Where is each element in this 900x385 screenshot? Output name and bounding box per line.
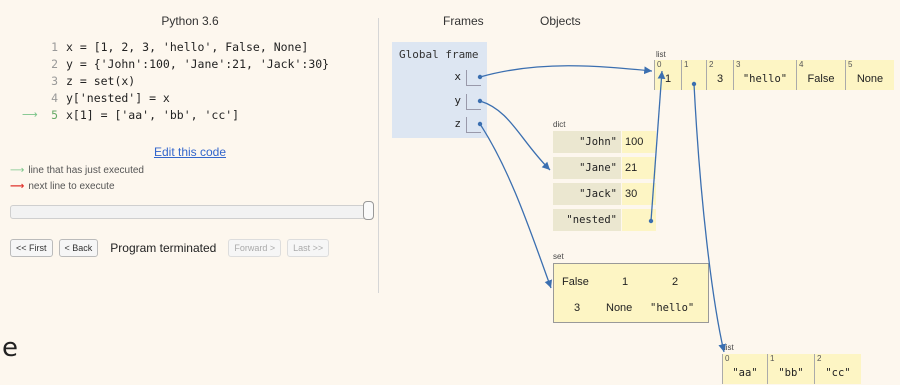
pointer-arrows <box>477 65 727 353</box>
pointer-arrow-y <box>479 100 551 171</box>
pointer-arrow-x <box>479 65 653 78</box>
python-tutor-visualizer: Python 3.6 1x = [1, 2, 3, 'hello', False… <box>0 0 900 385</box>
pointer-arrow-list-1 <box>693 83 727 353</box>
pointer-arrow-nested <box>650 70 666 222</box>
pointer-arrow-z <box>479 123 553 289</box>
